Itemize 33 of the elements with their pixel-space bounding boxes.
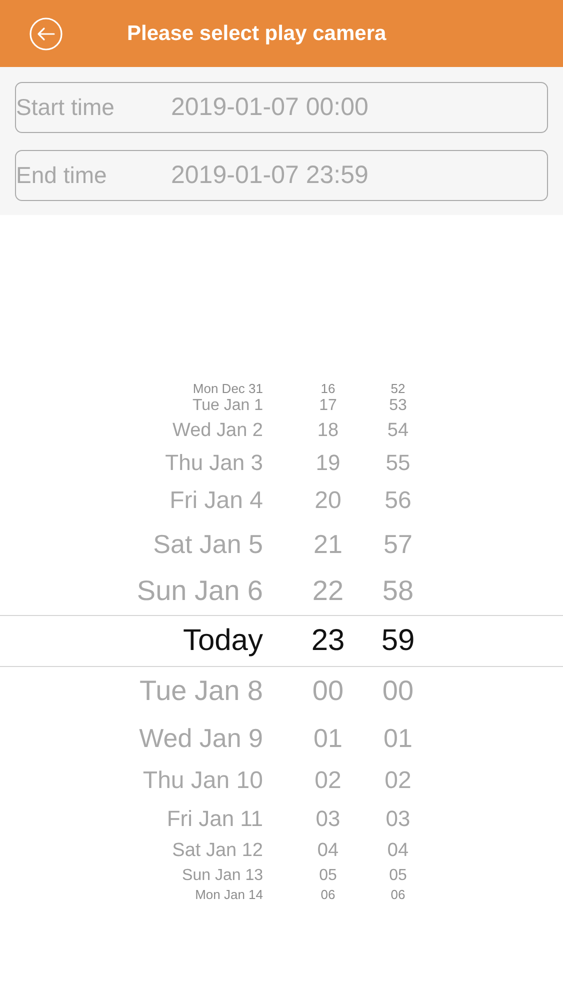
day-option[interactable]: Mon Dec 31 <box>0 380 263 396</box>
minute-option[interactable]: 02 <box>363 767 433 795</box>
day-option[interactable]: Wed Jan 9 <box>0 722 263 754</box>
day-option[interactable]: Fri Jan 4 <box>0 487 263 515</box>
minute-option[interactable]: 59 <box>363 624 433 658</box>
day-option[interactable]: Wed Jan 2 <box>0 420 263 442</box>
day-option[interactable]: Sun Jan 13 <box>0 867 263 885</box>
minute-option[interactable]: 01 <box>363 722 433 754</box>
day-option[interactable]: Sun Jan 6 <box>0 575 263 607</box>
day-option[interactable]: Tue Jan 8 <box>0 675 263 707</box>
day-option[interactable]: Thu Jan 10 <box>0 767 263 795</box>
day-option[interactable]: Sat Jan 5 <box>0 528 263 560</box>
minute-option[interactable]: 04 <box>363 840 433 862</box>
minute-option[interactable]: 06 <box>363 886 433 902</box>
time-field[interactable]: Start time 2019-01-07 00:00 <box>15 82 548 133</box>
minute-option[interactable]: 03 <box>363 806 433 832</box>
back-icon[interactable] <box>29 16 63 50</box>
screen-title: Please select play camera <box>127 22 386 46</box>
minute-option[interactable]: 58 <box>363 575 433 607</box>
minute-option[interactable]: 00 <box>363 675 433 707</box>
time-field[interactable]: End time 2019-01-07 23:59 <box>15 150 548 201</box>
day-option[interactable]: Thu Jan 3 <box>0 450 263 476</box>
minute-option[interactable]: 53 <box>363 397 433 415</box>
day-option[interactable]: Today <box>0 624 263 658</box>
minute-option[interactable]: 57 <box>363 528 433 560</box>
minute-option[interactable]: 54 <box>363 420 433 442</box>
day-option[interactable]: Fri Jan 11 <box>0 806 263 832</box>
day-option[interactable]: Tue Jan 1 <box>0 397 263 415</box>
minute-option[interactable]: 55 <box>363 450 433 476</box>
day-option[interactable]: Mon Jan 14 <box>0 886 263 902</box>
day-option[interactable]: Sat Jan 12 <box>0 840 263 862</box>
minute-option[interactable]: 05 <box>363 867 433 885</box>
minute-option[interactable]: 56 <box>363 487 433 515</box>
